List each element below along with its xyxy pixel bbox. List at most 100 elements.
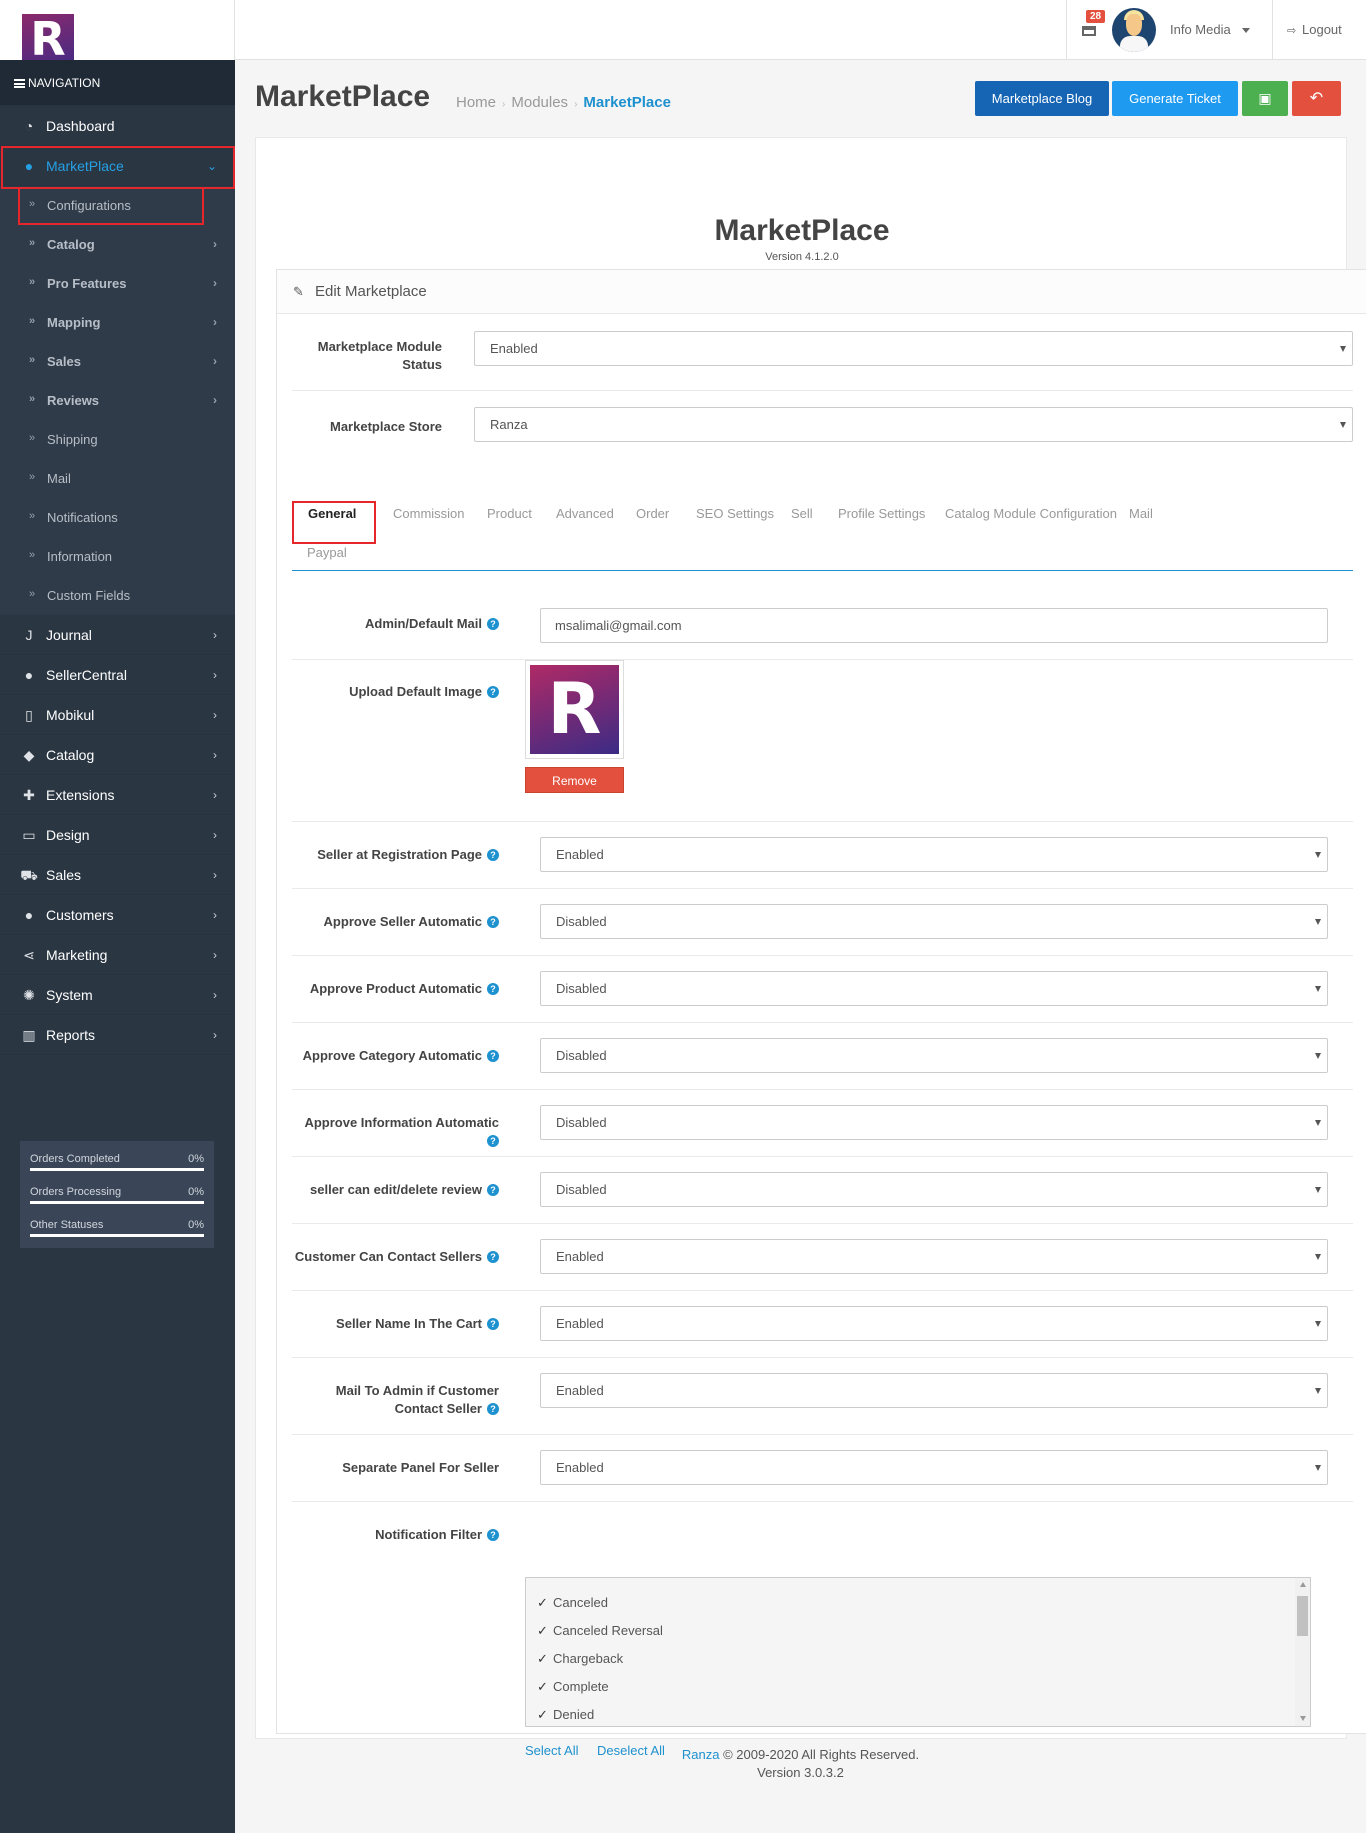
form-row-setting: Customer Can Contact Sellers? Enabled (292, 1224, 1353, 1291)
sidebar-subitem-configurations[interactable]: » Configurations (0, 186, 235, 225)
help-icon[interactable]: ? (487, 1184, 499, 1196)
field-label-text: Customer Can Contact Sellers (294, 1249, 482, 1264)
select-value: Disabled (556, 981, 607, 996)
help-icon[interactable]: ? (487, 916, 499, 928)
sidebar-item-marketing[interactable]: ⋖ Marketing › (0, 935, 235, 975)
tab-advanced[interactable]: Advanced (556, 506, 614, 521)
help-icon[interactable]: ? (487, 1403, 499, 1415)
sidebar-subitem-sales[interactable]: » Sales › (0, 342, 235, 381)
tab-mail[interactable]: Mail (1129, 506, 1153, 521)
chevron-right-icon: › (213, 948, 217, 962)
help-icon[interactable]: ? (487, 849, 499, 861)
sidebar-item-journal[interactable]: J Journal › (0, 615, 235, 655)
checkbox-canceled[interactable]: ✓ Canceled (537, 1595, 608, 1611)
sidebar-subitem-notifications[interactable]: » Notifications (0, 498, 235, 537)
approve-category-select[interactable]: Disabled (540, 1038, 1328, 1073)
tab-general[interactable]: General (308, 506, 356, 521)
tab-sell[interactable]: Sell (791, 506, 813, 521)
sidebar-item-mobikul[interactable]: ▯ Mobikul › (0, 695, 235, 735)
breadcrumb-modules[interactable]: Modules (511, 94, 568, 111)
admin-mail-input[interactable]: msalimali@gmail.com (540, 608, 1328, 643)
sidebar-item-system[interactable]: ✺ System › (0, 975, 235, 1015)
footer-brand-link[interactable]: Ranza (682, 1747, 720, 1762)
setting-label: Seller at Registration Page? (292, 846, 499, 864)
sidebar-subitem-pro-features[interactable]: » Pro Features › (0, 264, 235, 303)
tab-commission[interactable]: Commission (393, 506, 465, 521)
sidebar-item-extensions[interactable]: ✚ Extensions › (0, 775, 235, 815)
generate-ticket-button[interactable]: Generate Ticket (1112, 81, 1238, 116)
sidebar-item-catalog[interactable]: ◆ Catalog › (0, 735, 235, 775)
help-icon[interactable]: ? (487, 1251, 499, 1263)
sidebar-subitem-label: Information (47, 549, 113, 564)
approve-product-select[interactable]: Disabled (540, 971, 1328, 1006)
tab-product[interactable]: Product (487, 506, 532, 521)
mail-admin-select[interactable]: Enabled (540, 1373, 1328, 1408)
sidebar-subitem-custom-fields[interactable]: » Custom Fields (0, 576, 235, 615)
remove-image-button[interactable]: Remove (525, 767, 624, 793)
checkbox-canceled-reversal[interactable]: ✓ Canceled Reversal (537, 1623, 663, 1639)
logout-link[interactable]: ⇨ Logout (1272, 0, 1366, 60)
help-icon[interactable]: ? (487, 1050, 499, 1062)
tab-catalog-module-configuration[interactable]: Catalog Module Configuration (945, 506, 1117, 521)
notification-filter-list[interactable]: ✓ Canceled ✓ Canceled Reversal ✓ Chargeback… (525, 1577, 1311, 1727)
checkbox-complete[interactable]: ✓ Complete (537, 1679, 609, 1695)
breadcrumb-home[interactable]: Home (456, 94, 496, 111)
sidebar-subitem-label: Mail (47, 471, 71, 486)
seller-registration-select[interactable]: Enabled (540, 837, 1328, 872)
approve-seller-select[interactable]: Disabled (540, 904, 1328, 939)
separate-panel-select[interactable]: Enabled (540, 1450, 1328, 1485)
checkbox-chargeback[interactable]: ✓ Chargeback (537, 1651, 623, 1667)
help-icon[interactable]: ? (487, 1318, 499, 1330)
sidebar-subitem-reviews[interactable]: » Reviews › (0, 381, 235, 420)
caret-down-icon (1315, 1321, 1321, 1327)
tab-seo-settings[interactable]: SEO Settings (696, 506, 774, 521)
select-value: Disabled (556, 1182, 607, 1197)
sidebar-subitem-mapping[interactable]: » Mapping › (0, 303, 235, 342)
tab-order[interactable]: Order (636, 506, 669, 521)
help-icon[interactable]: ? (487, 983, 499, 995)
module-status-select[interactable]: Enabled (474, 331, 1353, 366)
sidebar-subitem-mail[interactable]: » Mail (0, 459, 235, 498)
checkbox-denied[interactable]: ✓ Denied (537, 1707, 594, 1723)
user-name: Info Media (1170, 22, 1231, 37)
save-button[interactable]: ▣ (1242, 81, 1288, 116)
store-select[interactable]: Ranza (474, 407, 1353, 442)
marketplace-blog-button[interactable]: Marketplace Blog (975, 81, 1109, 116)
scroll-up-icon[interactable] (1300, 1582, 1306, 1587)
notifications-button[interactable]: 28 (1066, 0, 1110, 60)
scrollbar[interactable] (1295, 1578, 1310, 1726)
app-logo[interactable]: R (22, 14, 74, 64)
tab-profile-settings[interactable]: Profile Settings (838, 506, 925, 521)
sidebar-subitem-catalog[interactable]: » Catalog › (0, 225, 235, 264)
seller-edit-review-select[interactable]: Disabled (540, 1172, 1328, 1207)
tab-paypal[interactable]: Paypal (307, 545, 347, 560)
customer-contact-select[interactable]: Enabled (540, 1239, 1328, 1274)
help-icon[interactable]: ? (487, 1529, 499, 1541)
sidebar-subitem-shipping[interactable]: » Shipping (0, 420, 235, 459)
help-icon[interactable]: ? (487, 618, 499, 630)
sidebar-item-reports[interactable]: ▥ Reports › (0, 1015, 235, 1055)
sidebar-item-marketplace[interactable]: ● MarketPlace ⌄ (0, 146, 235, 186)
checkbox-label: Complete (553, 1679, 609, 1694)
sidebar-item-label: Customers (46, 907, 114, 923)
default-image: R (530, 665, 619, 754)
sidebar-item-design[interactable]: ▭ Design › (0, 815, 235, 855)
sidebar-item-sellercentral[interactable]: ● SellerCentral › (0, 655, 235, 695)
form-row-setting: Approve Information Automatic? Disabled (292, 1090, 1353, 1157)
scroll-down-icon[interactable] (1300, 1716, 1306, 1721)
approve-information-select[interactable]: Disabled (540, 1105, 1328, 1140)
sidebar-item-sales[interactable]: ⛟ Sales › (0, 855, 235, 895)
user-menu[interactable]: Info Media (1110, 0, 1252, 60)
seller-name-cart-select[interactable]: Enabled (540, 1306, 1328, 1341)
default-image-thumbnail[interactable]: R (525, 660, 624, 759)
field-label-text: Approve Seller Automatic (323, 914, 482, 929)
breadcrumb-current[interactable]: MarketPlace (583, 94, 671, 111)
help-icon[interactable]: ? (487, 686, 499, 698)
scrollbar-thumb[interactable] (1297, 1596, 1308, 1636)
chevron-right-icon: › (213, 828, 217, 842)
sidebar-item-dashboard[interactable]: ◔ Dashboard (0, 106, 235, 146)
help-icon[interactable]: ? (487, 1135, 499, 1147)
sidebar-item-customers[interactable]: ● Customers › (0, 895, 235, 935)
back-button[interactable]: ↶ (1292, 81, 1341, 116)
sidebar-subitem-information[interactable]: » Information (0, 537, 235, 576)
